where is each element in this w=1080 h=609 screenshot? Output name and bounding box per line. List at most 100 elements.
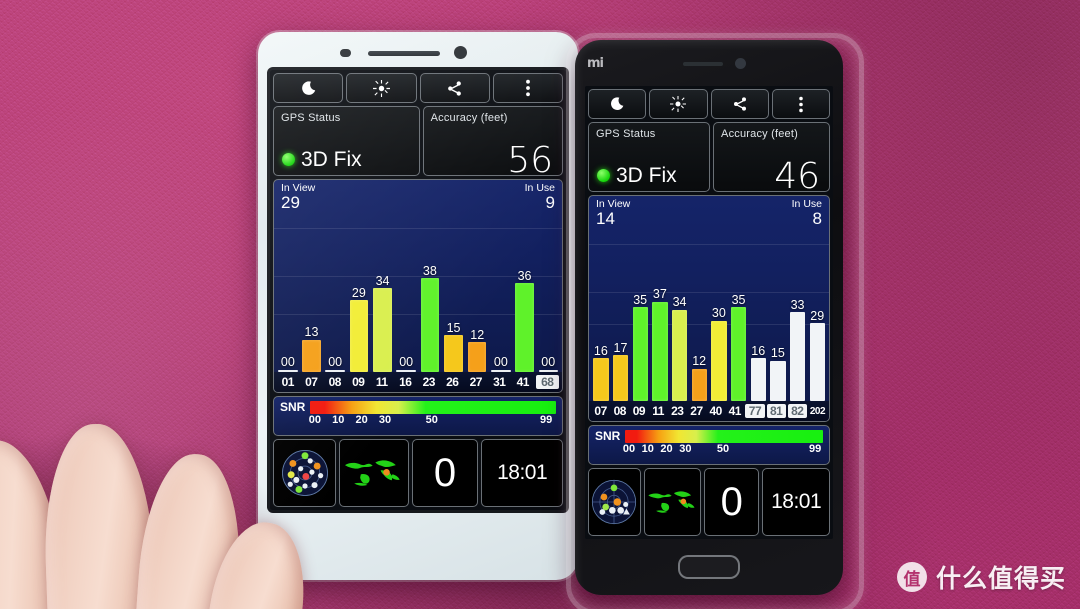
time-tile[interactable]: 18:01: [481, 439, 563, 507]
in-use-value: 9: [545, 193, 555, 212]
speed-tile[interactable]: 0: [704, 468, 760, 536]
finger: [132, 450, 248, 609]
satellite-bar-fill: [770, 360, 786, 401]
front-camera-icon: [454, 46, 467, 59]
watermark-text: 什么值得买: [935, 564, 1066, 593]
overflow-menu-icon[interactable]: [771, 89, 830, 119]
gps-fix-value: 3D Fix: [282, 149, 362, 170]
satellite-bar: 37: [650, 240, 670, 401]
gps-test-app-right: GPS Status 3D Fix Accuracy (feet) 46 In …: [585, 86, 833, 539]
sky-view-radar-icon[interactable]: [273, 439, 337, 507]
gps-status-tile: GPS Status 3D Fix: [273, 106, 420, 176]
time-tile[interactable]: 18:01: [762, 468, 831, 536]
satellite-bar: 30: [709, 240, 729, 401]
chart-axis-left: 01 07 08 09 11 16 23 26 27 31 41 68: [274, 372, 562, 392]
satellite-bar-value: 36: [517, 268, 532, 283]
toolbar-right: [588, 89, 830, 119]
satellite-bar-value: 30: [711, 306, 726, 320]
satellite-axis-label: 08: [613, 404, 627, 418]
satellite-axis-label: 41: [516, 375, 530, 389]
home-button[interactable]: [678, 555, 740, 579]
satellite-bar-value: 35: [633, 292, 648, 307]
chart-header-left: In View 29 In Use 9: [274, 182, 562, 212]
satellite-axis-label: 77: [745, 404, 765, 418]
snr-tick-label: 00: [622, 443, 636, 455]
snr-tick-label: 99: [808, 443, 822, 455]
speed-value: 0: [433, 451, 457, 495]
share-icon[interactable]: [419, 73, 490, 103]
sky-view-radar-icon[interactable]: [588, 468, 641, 536]
earpiece-speaker: [368, 51, 440, 56]
overflow-menu-icon[interactable]: [492, 73, 563, 103]
satellite-snr-chart-right[interactable]: In View 14 In Use 8 16 17 35 37 34 12 30 35 16 15…: [588, 195, 830, 422]
satellite-snr-chart-left[interactable]: In View 29 In Use 9 00 13 00 29 34 00 38 15 12 00…: [273, 179, 563, 393]
snr-tick-label: 50: [716, 443, 730, 455]
satellite-bar-fill: [730, 307, 747, 401]
speed-tile[interactable]: 0: [411, 439, 479, 507]
snr-tick-label: 00: [308, 414, 322, 426]
gps-fix-value: 3D Fix: [597, 165, 677, 186]
satellite-bar-fill: [444, 335, 463, 372]
satellite-bar-fill: [349, 300, 369, 372]
satellite-bar: 29: [807, 240, 827, 401]
accuracy-tile: Accuracy (feet) 56: [422, 106, 563, 181]
snr-tick-label: 20: [660, 443, 673, 455]
satellite-bar: 00: [323, 224, 347, 372]
satellite-axis-label: 01: [281, 375, 295, 389]
gps-status-value: 3D Fix: [616, 164, 677, 187]
satellite-bar-value: 35: [731, 292, 746, 307]
satellite-axis-label: 16: [399, 375, 412, 389]
phone-right-screen: GPS Status 3D Fix Accuracy (feet) 46 In …: [585, 86, 833, 539]
night-mode-icon[interactable]: [588, 89, 647, 119]
satellite-bar-value: 17: [613, 340, 628, 355]
watermark-logo-icon: 值: [896, 562, 927, 592]
time-value: 18:01: [771, 490, 822, 513]
snr-legend-left: SNR 00 10 20 30 50 99: [273, 396, 563, 436]
snr-label: SNR: [280, 400, 306, 414]
satellite-bar-value: 38: [422, 263, 437, 278]
satellite-axis-label: 11: [375, 375, 388, 389]
satellite-bar-value: 00: [399, 354, 414, 369]
gps-status-label: GPS Status: [281, 112, 341, 124]
share-icon[interactable]: [710, 89, 769, 119]
gps-status-value: 3D Fix: [301, 148, 362, 171]
satellite-bar-value: 16: [751, 343, 766, 358]
snr-legend-right: SNR 00 10 20 30 50 99: [588, 425, 830, 465]
brightness-icon[interactable]: [346, 73, 417, 103]
bottom-row-left: 0 18:01: [273, 439, 563, 507]
satellite-bar-value: 34: [375, 273, 390, 288]
satellite-bar: 15: [442, 224, 466, 372]
satellite-axis-label: 27: [469, 375, 483, 389]
satellite-bar-value: 33: [790, 297, 805, 312]
chart-bars-left: 00 13 00 29 34 00 38 15 12 00 36 00: [274, 224, 562, 372]
satellite-axis-label: 23: [422, 375, 436, 389]
accuracy-value: 56: [507, 140, 553, 181]
status-row-left: GPS Status 3D Fix Accuracy (feet) 56: [273, 106, 563, 181]
satellite-bar-fill: [467, 342, 487, 372]
satellite-bar-value: 00: [328, 354, 343, 369]
satellite-axis-label: 40: [709, 404, 722, 418]
satellite-bar-fill: [302, 339, 321, 372]
watermark: 值 什么值得买: [896, 559, 1066, 595]
satellite-bar-value: 00: [541, 354, 556, 369]
brightness-icon[interactable]: [649, 89, 708, 119]
night-mode-icon[interactable]: [273, 73, 344, 103]
satellite-bar: 00: [394, 224, 418, 372]
satellite-bar: 15: [768, 240, 788, 401]
world-map-icon[interactable]: [643, 468, 702, 536]
status-row-right: GPS Status 3D Fix Accuracy (feet) 46: [588, 122, 830, 195]
snr-gradient-bar: [625, 429, 823, 443]
in-view-value: 29: [281, 193, 300, 212]
finger: [0, 434, 73, 609]
satellite-bar: 36: [513, 224, 537, 372]
in-view-value: 14: [596, 209, 615, 228]
satellite-axis-label: 202: [809, 405, 826, 417]
snr-tick-label: 20: [355, 414, 368, 426]
gps-status-tile: GPS Status 3D Fix: [588, 122, 711, 192]
satellite-bar: 16: [748, 240, 768, 401]
world-map-icon[interactable]: [339, 439, 409, 507]
satellite-bar: 13: [300, 224, 324, 372]
satellite-bar-fill: [809, 323, 825, 401]
satellite-bar: 00: [489, 224, 513, 372]
hand-holding-phone: [0, 422, 316, 609]
